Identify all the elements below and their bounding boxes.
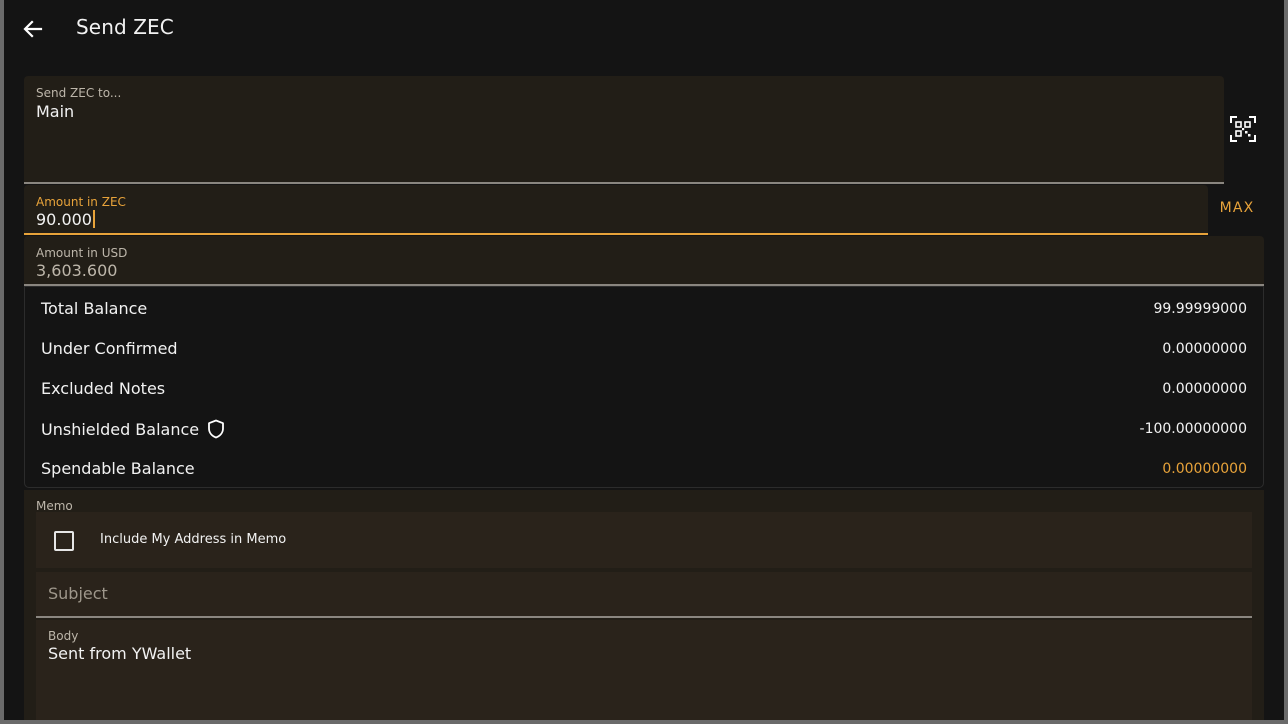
subject-placeholder: Subject (48, 584, 108, 603)
recipient-value[interactable]: Main (36, 102, 74, 121)
amount-usd-label: Amount in USD (36, 246, 128, 260)
spendable-balance-row: Spendable Balance 0.00000000 (25, 459, 1263, 483)
unshielded-balance-label-group: Unshielded Balance (41, 419, 225, 439)
excluded-notes-value: 0.00000000 (1162, 381, 1247, 397)
max-button[interactable]: MAX (1214, 200, 1260, 220)
under-confirmed-row: Under Confirmed 0.00000000 (25, 339, 1263, 363)
amount-zec-input[interactable]: 90.000 (36, 210, 95, 229)
unshielded-balance-label: Unshielded Balance (41, 419, 200, 439)
total-balance-value: 99.99999000 (1153, 301, 1247, 317)
unshielded-balance-value: -100.00000000 (1139, 421, 1247, 437)
unshielded-balance-row[interactable]: Unshielded Balance -100.00000000 (25, 419, 1263, 443)
include-address-label[interactable]: Include My Address in Memo (100, 532, 286, 547)
memo-label: Memo (36, 499, 73, 513)
amount-zec-label: Amount in ZEC (36, 195, 126, 209)
qr-scan-icon (1230, 116, 1256, 142)
spendable-balance-value: 0.00000000 (1162, 461, 1247, 477)
amount-zec-field[interactable]: Amount in ZEC 90.000 (24, 185, 1208, 235)
under-confirmed-value: 0.00000000 (1162, 341, 1247, 357)
shield-icon[interactable] (207, 419, 225, 439)
under-confirmed-label: Under Confirmed (41, 339, 178, 358)
include-address-checkbox[interactable] (54, 531, 74, 551)
text-cursor (92, 210, 95, 228)
body-label: Body (48, 629, 79, 643)
excluded-notes-row: Excluded Notes 0.00000000 (25, 379, 1263, 403)
amount-usd-field[interactable]: Amount in USD 3,603.600 (24, 236, 1264, 286)
excluded-notes-label: Excluded Notes (41, 379, 166, 398)
subject-input[interactable]: Subject (36, 572, 1252, 618)
amount-zec-value: 90.000 (36, 210, 92, 229)
body-input[interactable]: Body Sent from YWallet (36, 620, 1252, 720)
arrow-left-icon (23, 20, 43, 38)
send-screen: Send ZEC Send ZEC to... Main Amount in Z… (4, 0, 1284, 720)
recipient-field[interactable]: Send ZEC to... Main (24, 76, 1224, 184)
balance-card: Total Balance 99.99999000 Under Confirme… (24, 286, 1264, 488)
page-title: Send ZEC (76, 15, 174, 39)
amount-usd-value[interactable]: 3,603.600 (36, 261, 117, 280)
scan-qr-button[interactable] (1228, 114, 1258, 144)
body-value[interactable]: Sent from YWallet (48, 644, 191, 663)
memo-section: Memo Include My Address in Memo Subject … (24, 490, 1264, 720)
back-button[interactable] (18, 14, 48, 44)
total-balance-label: Total Balance (41, 299, 148, 318)
spendable-balance-label: Spendable Balance (41, 459, 195, 478)
total-balance-row: Total Balance 99.99999000 (25, 299, 1263, 323)
recipient-label: Send ZEC to... (36, 86, 122, 100)
include-address-row[interactable]: Include My Address in Memo (36, 512, 1252, 568)
app-bar: Send ZEC (4, 0, 1284, 58)
